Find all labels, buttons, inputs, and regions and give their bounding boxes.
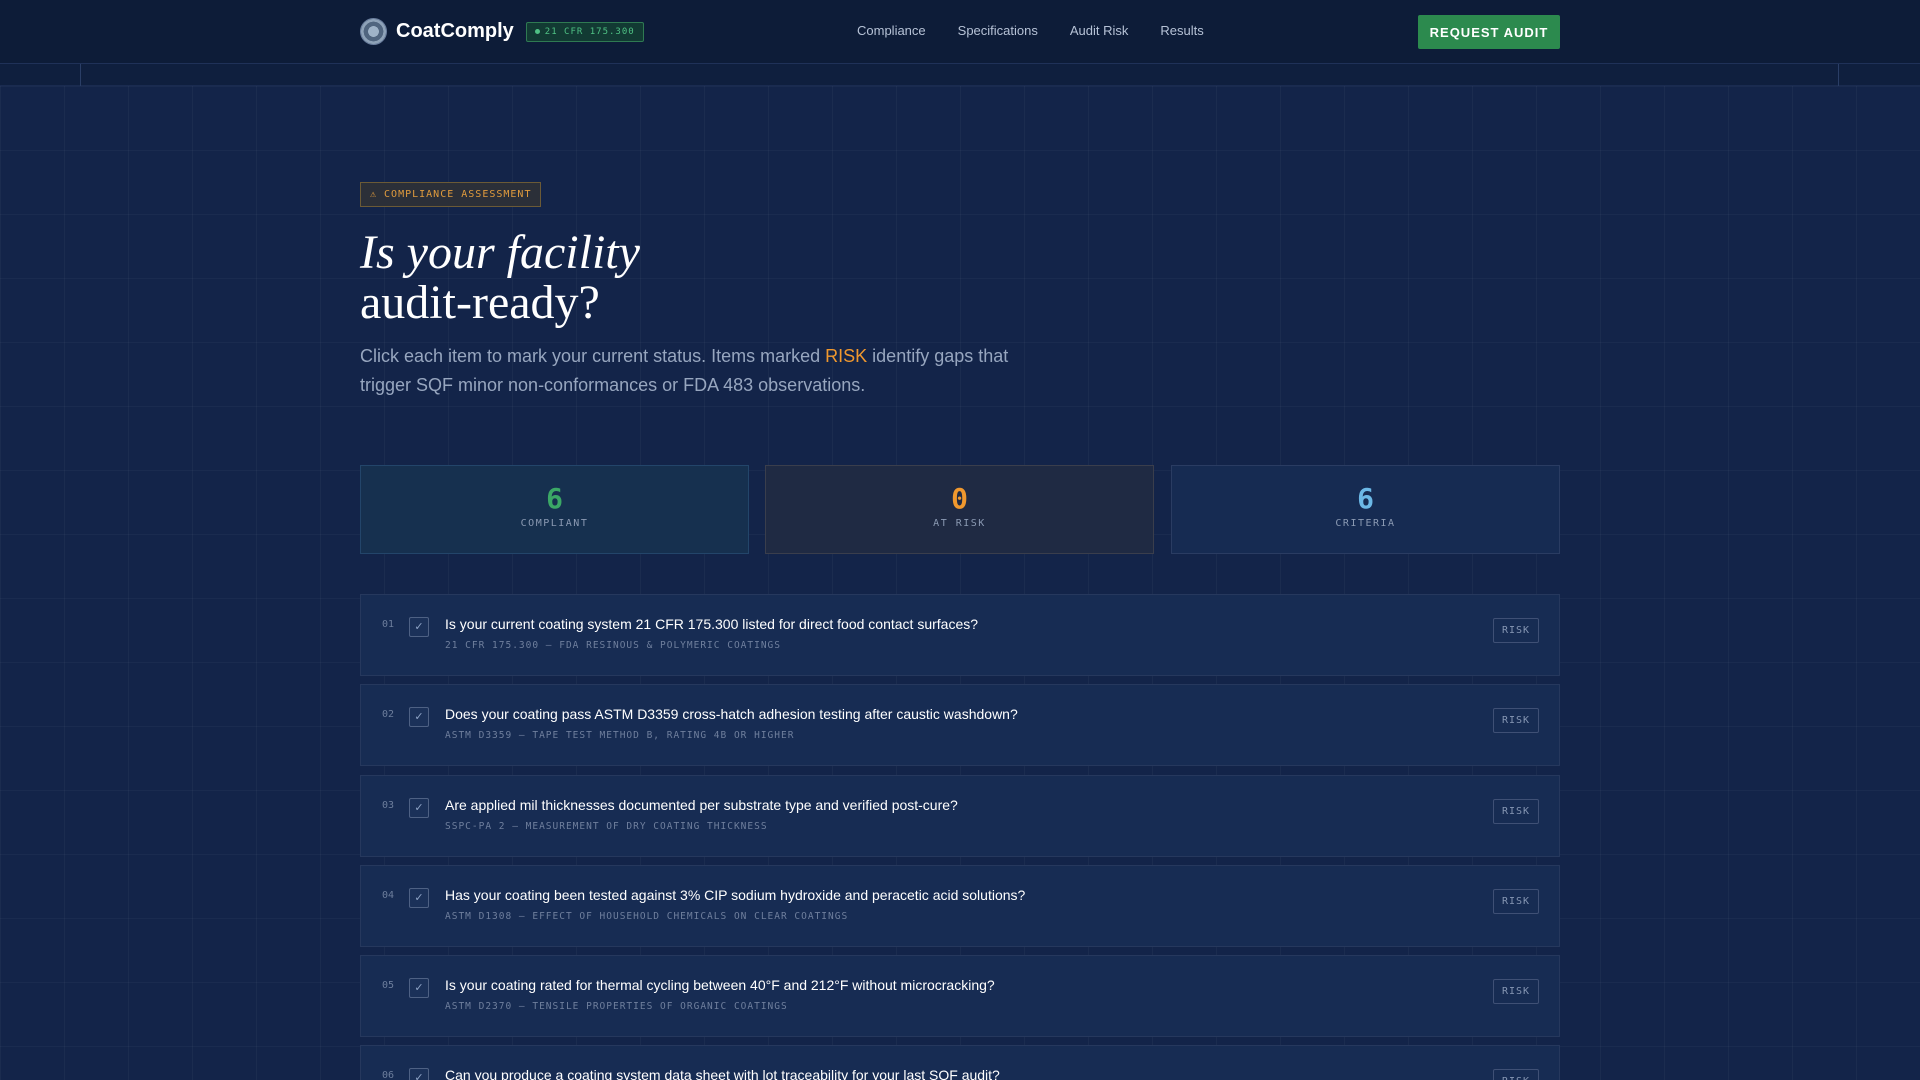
section-sub-bar (0, 64, 1920, 86)
status-checkbox[interactable]: ✓ (409, 888, 429, 908)
status-checkbox[interactable]: ✓ (409, 978, 429, 998)
section-eyebrow: ⚠ COMPLIANCE ASSESSMENT (360, 182, 542, 207)
checklist-item[interactable]: 01 ✓ Is your current coating system 21 C… (360, 594, 1560, 676)
risk-button[interactable]: RISK (1493, 979, 1539, 1004)
stat-card-criteria: 6 CRITERIA (1171, 465, 1560, 554)
stat-value: 6 (546, 482, 563, 515)
item-index: 02 (382, 709, 395, 720)
description-text: Click each item to mark your current sta… (360, 346, 826, 366)
stat-value: 6 (1357, 482, 1374, 515)
item-index: 05 (382, 980, 395, 991)
brand-name: CoatComply (396, 20, 514, 42)
risk-button[interactable]: RISK (1493, 708, 1539, 733)
checklist-item[interactable]: 06 ✓ Can you produce a coating system da… (360, 1045, 1560, 1080)
nav-link-compliance[interactable]: Compliance (857, 23, 926, 38)
sub-bar-divider (1838, 64, 1839, 86)
item-index: 03 (382, 800, 395, 811)
stat-label: CRITERIA (1335, 518, 1396, 529)
page-title-line-1: Is your facility (360, 226, 640, 279)
item-index: 01 (382, 619, 395, 630)
status-checkbox[interactable]: ✓ (409, 707, 429, 727)
risk-button[interactable]: RISK (1493, 618, 1539, 643)
nav-link-specifications[interactable]: Specifications (958, 23, 1038, 38)
item-index: 04 (382, 890, 395, 901)
item-question: Does your coating pass ASTM D3359 cross-… (445, 706, 1018, 722)
status-checkbox[interactable]: ✓ (409, 1068, 429, 1080)
top-navigation-bar: CoatComply 21 CFR 175.300 Compliance Spe… (0, 0, 1920, 64)
checklist-item[interactable]: 04 ✓ Has your coating been tested agains… (360, 865, 1560, 947)
regulation-badge-label: 21 CFR 175.300 (544, 26, 635, 37)
stat-card-compliant: 6 COMPLIANT (360, 465, 749, 554)
stat-label: COMPLIANT (520, 518, 589, 529)
risk-button[interactable]: RISK (1493, 1069, 1539, 1080)
page-description: Click each item to mark your current sta… (360, 342, 1060, 400)
item-index: 06 (382, 1070, 395, 1080)
page-title-line-2: audit-ready? (360, 276, 600, 329)
risk-button[interactable]: RISK (1493, 889, 1539, 914)
item-reference: 21 CFR 175.300 — FDA RESINOUS & POLYMERI… (445, 640, 781, 651)
status-dot-icon (534, 29, 540, 34)
nav-link-results[interactable]: Results (1160, 23, 1203, 38)
main-nav: Compliance Specifications Audit Risk Res… (857, 23, 1236, 38)
stat-label: AT RISK (933, 518, 986, 529)
regulation-badge: 21 CFR 175.300 (525, 21, 644, 42)
stat-value: 0 (951, 482, 968, 515)
item-question: Has your coating been tested against 3% … (445, 887, 1026, 903)
item-reference: ASTM D1308 — EFFECT OF HOUSEHOLD CHEMICA… (445, 911, 849, 922)
brand[interactable]: CoatComply 21 CFR 175.300 (360, 18, 644, 45)
status-checkbox[interactable]: ✓ (409, 798, 429, 818)
risk-button[interactable]: RISK (1493, 799, 1539, 824)
page-title: Is your facility audit-ready? (360, 228, 1060, 328)
stat-card-at-risk: 0 AT RISK (765, 465, 1154, 554)
checklist-item[interactable]: 02 ✓ Does your coating pass ASTM D3359 c… (360, 684, 1560, 766)
nav-link-audit-risk[interactable]: Audit Risk (1070, 23, 1129, 38)
status-checkbox[interactable]: ✓ (409, 617, 429, 637)
item-question: Is your coating rated for thermal cyclin… (445, 977, 995, 993)
item-reference: ASTM D2370 — TENSILE PROPERTIES OF ORGAN… (445, 1001, 788, 1012)
item-reference: ASTM D3359 — TAPE TEST METHOD B, RATING … (445, 730, 795, 741)
item-reference: SSPC-PA 2 — MEASUREMENT OF DRY COATING T… (445, 821, 768, 832)
item-question: Are applied mil thicknesses documented p… (445, 797, 958, 813)
logo-icon (360, 18, 387, 45)
checklist-item[interactable]: 03 ✓ Are applied mil thicknesses documen… (360, 775, 1560, 857)
sub-bar-divider (80, 64, 81, 86)
request-audit-button[interactable]: REQUEST AUDIT (1418, 15, 1560, 49)
checklist-item[interactable]: 05 ✓ Is your coating rated for thermal c… (360, 955, 1560, 1037)
risk-highlight: RISK (825, 346, 868, 366)
item-question: Can you produce a coating system data sh… (445, 1067, 1000, 1080)
item-question: Is your current coating system 21 CFR 17… (445, 616, 979, 632)
